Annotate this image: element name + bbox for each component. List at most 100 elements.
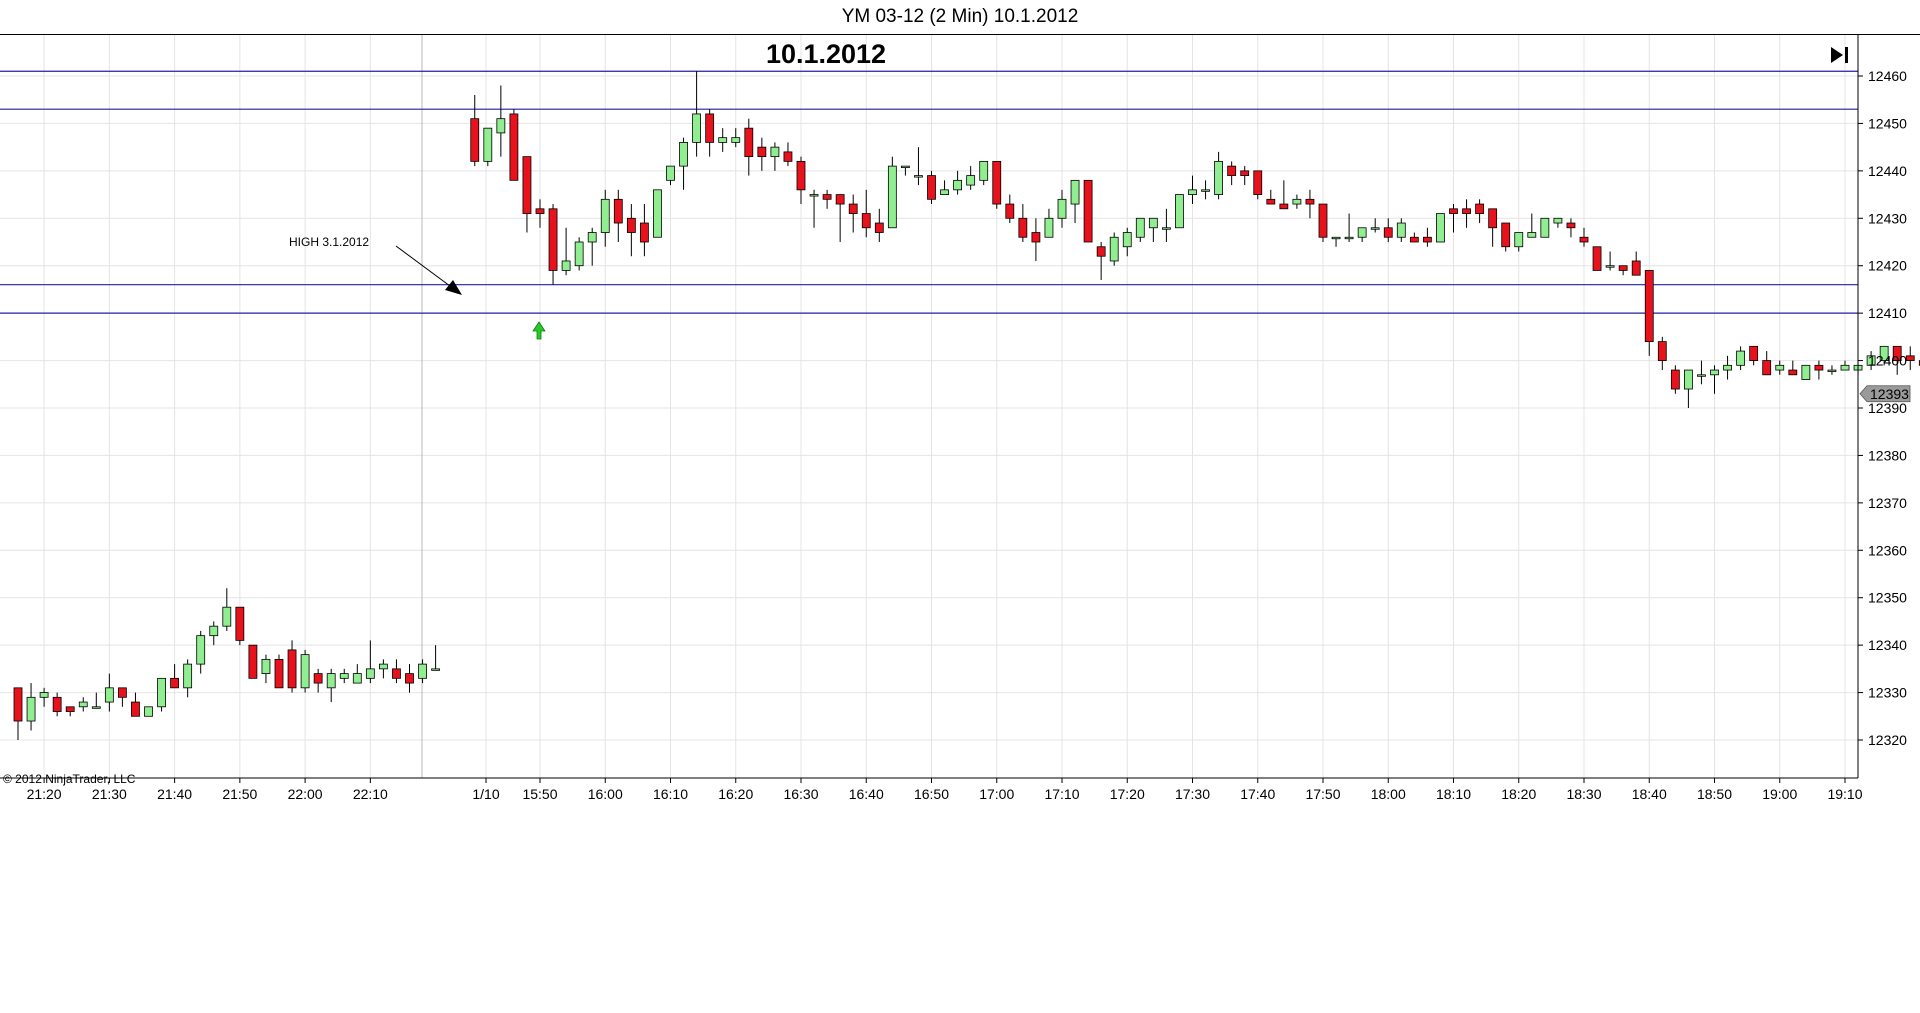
candle	[1592, 246, 1602, 271]
candle-body	[1096, 246, 1106, 257]
candle-body	[1357, 227, 1367, 238]
candle-body	[1775, 364, 1785, 371]
price-axis[interactable]: 12320 12330 12340 12350 12360 12370 12380 12390…	[1857, 35, 1911, 778]
candle	[1801, 364, 1811, 380]
candle-body	[574, 241, 584, 267]
candle-body	[1436, 213, 1445, 243]
candle	[1488, 208, 1498, 247]
candle-body	[1331, 236, 1341, 240]
annotation-text[interactable]: HIGH 3.1.2012	[289, 235, 369, 249]
candle-body	[953, 179, 962, 191]
candle-body	[470, 118, 480, 162]
candle-body	[431, 668, 441, 671]
candle	[1083, 179, 1093, 243]
candle	[1475, 199, 1484, 224]
candle	[248, 644, 258, 679]
candle-body	[587, 232, 597, 243]
candle-body	[1423, 236, 1432, 243]
candle-body	[1044, 217, 1054, 238]
scroll-to-end-icon[interactable]	[1831, 47, 1848, 63]
candle	[339, 668, 349, 684]
y-tick-label: 12370	[1868, 495, 1907, 511]
candle-body	[1305, 198, 1315, 205]
candle	[13, 687, 23, 740]
candle	[861, 189, 871, 238]
candle-body	[835, 194, 845, 205]
candle	[705, 109, 715, 157]
candle-body	[1383, 227, 1393, 238]
candle	[992, 160, 1002, 209]
candle-body	[1188, 189, 1197, 195]
candle	[1109, 232, 1119, 266]
x-tick-label: 17:50	[1305, 786, 1340, 802]
candle-body	[718, 137, 728, 143]
candle-body	[1488, 208, 1498, 229]
x-tick-label: 17:40	[1240, 786, 1275, 802]
candle	[209, 621, 219, 646]
candle-body	[822, 194, 832, 200]
candle-body	[1527, 232, 1537, 238]
candle	[1409, 232, 1419, 243]
candle	[1905, 346, 1915, 371]
candle	[979, 160, 989, 186]
candle	[953, 170, 962, 195]
annotation-arrow[interactable]	[395, 245, 462, 295]
candle-body	[1710, 369, 1719, 376]
candle	[131, 692, 140, 717]
copyright-text: © 2012 NinjaTrader, LLC	[3, 772, 136, 786]
candle	[1697, 360, 1706, 385]
candle	[1644, 270, 1654, 356]
candle-body	[1475, 203, 1484, 214]
candle	[613, 189, 623, 242]
candle	[261, 654, 271, 684]
candle	[640, 204, 649, 257]
candle	[757, 137, 767, 171]
candle	[848, 194, 858, 233]
candles	[13, 71, 1920, 740]
candle-body	[39, 692, 49, 698]
candle-body	[1540, 217, 1550, 238]
candle-body	[183, 663, 193, 689]
candle	[692, 71, 701, 157]
candle-body	[1409, 236, 1419, 243]
chart-panel[interactable]: 12320 12330 12340 12350 12360 12370 12380 12390…	[0, 34, 1920, 1012]
candle	[392, 659, 401, 684]
candle	[1396, 218, 1406, 242]
candle	[574, 237, 584, 271]
candle-body	[901, 165, 910, 169]
candle-body	[770, 146, 780, 158]
candle	[1292, 194, 1302, 209]
candle	[1788, 360, 1798, 376]
candle-body	[744, 127, 754, 158]
candle-body	[600, 198, 610, 233]
candle-body	[1292, 198, 1302, 205]
x-tick-label: 21:20	[27, 786, 62, 802]
candle-body	[196, 635, 206, 665]
candle-body	[1240, 170, 1250, 177]
candle	[1618, 265, 1628, 276]
x-tick-label: 18:30	[1566, 786, 1601, 802]
candle	[535, 199, 545, 228]
x-tick-label: 18:50	[1697, 786, 1732, 802]
candle	[874, 208, 884, 242]
y-tick-label: 12320	[1868, 732, 1907, 748]
candlestick-chart[interactable]: 12320 12330 12340 12350 12360 12370 12380 12390…	[0, 35, 1920, 1013]
candle	[1096, 242, 1106, 280]
candle-body	[848, 203, 858, 214]
candle	[313, 668, 323, 693]
candle	[1240, 166, 1250, 186]
x-tick-label: 16:40	[849, 786, 884, 802]
candle	[600, 189, 610, 247]
candle	[1814, 360, 1824, 380]
candle	[483, 127, 493, 167]
time-axis[interactable]: 21:20 21:30 21:40 21:50 22:00 22:10 1/10 15:50 1…	[0, 777, 1863, 802]
candle	[653, 189, 662, 238]
candle-body	[222, 606, 232, 627]
x-tick-label: 16:50	[914, 786, 949, 802]
candle	[679, 137, 688, 190]
candle-body	[1749, 345, 1759, 361]
candle-body	[287, 649, 297, 689]
candle	[78, 697, 88, 712]
candle	[1122, 227, 1132, 257]
candle-body	[1736, 350, 1745, 366]
